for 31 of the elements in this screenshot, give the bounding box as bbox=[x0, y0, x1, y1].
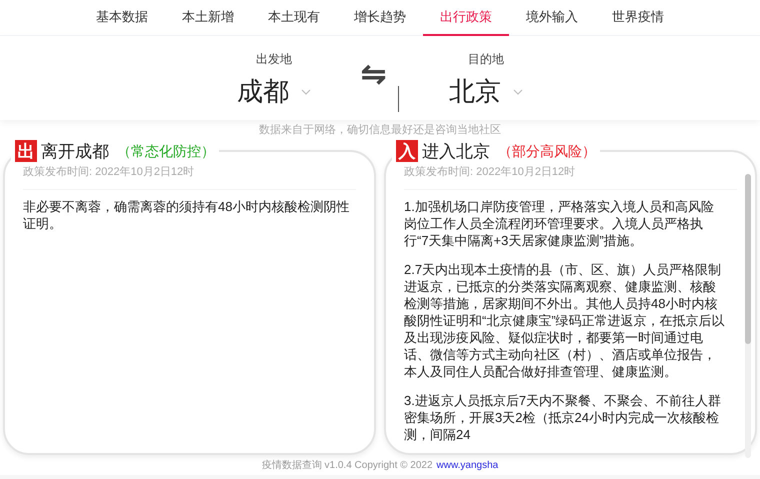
city-select[interactable]: 北京 bbox=[449, 72, 523, 111]
swap-button[interactable]: ⇋ bbox=[361, 60, 386, 90]
panel-title: 离开成都 bbox=[41, 140, 109, 162]
publish-time: 政策发布时间: 2022年10月2日12时 bbox=[23, 164, 356, 190]
nav-tab[interactable]: 增长趋势 bbox=[337, 0, 423, 36]
nav-tab[interactable]: 本土新增 bbox=[165, 0, 251, 36]
location-label: 目的地 bbox=[468, 51, 504, 68]
nav-tab[interactable]: 境外输入 bbox=[509, 0, 595, 36]
policy-text: 3.进返京人员抵京后7天内不聚餐、不聚会、不前往人群密集场所，开展3天2检（抵京24小时内完成一次核酸检测，间隔24 bbox=[404, 392, 722, 442]
scrollbar-track[interactable] bbox=[745, 174, 751, 458]
risk-level: （常态化防控） bbox=[117, 142, 215, 161]
footer-link[interactable]: www.yangsha bbox=[436, 458, 498, 473]
publish-time: 政策发布时间: 2022年10月2日12时 bbox=[404, 164, 737, 190]
notice-text: 数据来自于网络，确切信息最好还是咨询当地社区 bbox=[258, 123, 502, 138]
policy-text: 非必要不离蓉，确需离蓉的须持有48小时内核酸检测阴性证明。 bbox=[23, 198, 350, 232]
footer-text: 疫情数据查询 v1.0.4 Copyright © 2022 bbox=[262, 458, 433, 473]
chevron-down-icon bbox=[513, 88, 523, 94]
direction-badge: 出 bbox=[15, 140, 37, 162]
nav-tab[interactable]: 基本数据 bbox=[79, 0, 165, 36]
scrollbar-thumb[interactable] bbox=[745, 174, 751, 344]
chevron-down-icon bbox=[301, 88, 311, 94]
location-label: 出发地 bbox=[256, 51, 292, 68]
policy-text: 1.加强机场口岸防疫管理，严格落实入境人员和高风险岗位工作人员全流程闭环管理要求。入境人员严格执行“7天集中隔离+3天居家健康监测”措施。 bbox=[404, 198, 715, 248]
risk-level: （部分高风险） bbox=[498, 142, 596, 161]
city-select[interactable]: 成都 bbox=[237, 72, 311, 111]
nav-tab[interactable]: 本土现有 bbox=[251, 0, 337, 36]
nav-tab[interactable]: 出行政策 bbox=[423, 0, 509, 36]
panel-title: 进入北京 bbox=[422, 140, 490, 162]
policy-text: 2.7天内出现本土疫情的县（市、区、旗）人员严格限制进返京，已抵京的分类落实隔离观察、健康监测、核酸检测等措施，居家期间不外出。其他人员持48小时内核酸阴性证明和“北京健康宝”绿码正常进返京，在抵京后以及出现涉疫风险、疑似症状时，都要第一时间通过电话、微信等方式主动向社区（村）、酒店或单位报告，本人及同住人员配合做好排查管理、健康监测。 bbox=[404, 260, 725, 380]
nav-tab[interactable]: 世界疫情 bbox=[595, 0, 681, 36]
direction-badge: 入 bbox=[396, 140, 418, 162]
